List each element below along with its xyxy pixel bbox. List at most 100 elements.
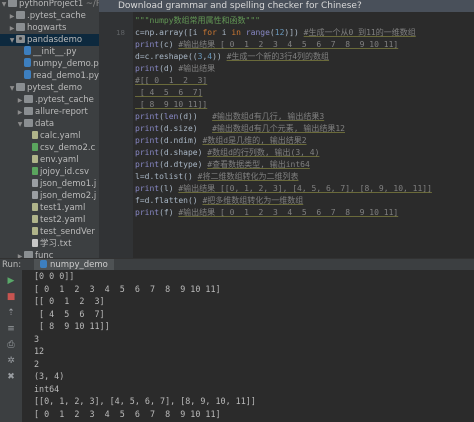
code-token: print	[135, 124, 160, 133]
tree-item[interactable]: read_demo1.py	[0, 70, 99, 82]
code-line[interactable]: print(d) #输出结果	[135, 63, 215, 75]
code-token: #数组d的行列数, 输出(3, 4)	[207, 148, 320, 157]
chevron-right-icon[interactable]: ▶	[16, 251, 24, 258]
code-token: print	[135, 64, 160, 73]
tree-item[interactable]: json_demo2.j	[0, 190, 96, 202]
code-token: (d.ndim)	[159, 136, 203, 145]
tree-item[interactable]: jojoy_id.csv	[0, 166, 89, 178]
file-icon	[32, 179, 38, 187]
tree-item-label: data	[35, 119, 55, 129]
tree-item[interactable]: ▶ func	[0, 250, 53, 258]
yaml-file-icon	[32, 227, 38, 235]
tree-item[interactable]: numpy_demo.py	[0, 58, 99, 70]
tree-item-label: func	[35, 251, 54, 258]
code-line[interactable]: d=c.reshape((3,4)) #生成一个新的3行4列的数组	[135, 51, 329, 63]
code-line[interactable]: [ 8 9 10 11]]	[135, 99, 207, 111]
run-console[interactable]: [0 0 0]] [ 0 1 2 3 4 5 6 7 8 9 10 11] [[ 0…	[22, 270, 474, 422]
run-tab-label: numpy_demo	[50, 260, 108, 270]
code-token: 12	[274, 28, 285, 37]
tree-item[interactable]: ▶ .pytest_cache	[0, 10, 86, 22]
code-line[interactable]: print(d.ndim) #数组d是几维的, 输出结果2	[135, 135, 307, 147]
python-file-icon	[24, 58, 31, 67]
notification-bar[interactable]: Download grammar and spelling checker fo…	[99, 0, 474, 12]
package-icon	[16, 35, 25, 43]
code-line[interactable]: print(d.shape) #数组d的行列数, 输出(3, 4)	[135, 147, 319, 159]
delete-icon[interactable]: ✖	[6, 372, 16, 382]
console-line: int64	[34, 383, 60, 394]
tree-item[interactable]: ▶ allure-report	[0, 106, 88, 118]
run-side-toolbar: ▶ ■ ⇡ ≡ ⎙ ✲ ✖	[0, 270, 22, 422]
tree-item-label: __init__.py	[33, 47, 77, 57]
tree-item[interactable]: ▼pythonProject1 ~/Pyt	[0, 0, 99, 10]
tree-item-label: pythonProject1	[19, 0, 84, 9]
code-token: i	[216, 28, 232, 37]
code-line[interactable]: l=d.tolist() #将二维数组转化为二维列表	[135, 171, 298, 183]
tree-item-label: jojoy_id.csv	[40, 167, 89, 177]
yaml-file-icon	[32, 215, 38, 223]
settings-icon[interactable]: ✲	[6, 356, 16, 366]
tree-item[interactable]: ▼ pandasdemo	[0, 34, 99, 46]
code-token: [ 4 5 6 7]	[135, 88, 203, 97]
tree-item[interactable]: ▼ pytest_demo	[0, 82, 82, 94]
code-token: #查看数据类型, 输出int64	[207, 160, 310, 169]
code-token: #输出结果 [[0, 1, 2, 3], [4, 5, 6, 7], [8, 9…	[178, 184, 432, 193]
tree-item-label: test1.yaml	[40, 203, 86, 213]
yaml-file-icon	[32, 155, 38, 163]
code-line[interactable]: print(l) #输出结果 [[0, 1, 2, 3], [4, 5, 6, …	[135, 183, 432, 195]
code-line[interactable]: print(d.dtype) #查看数据类型, 输出int64	[135, 159, 310, 171]
code-editor[interactable]: """numpy数组常用属性和函数""" c=np.array([i for i …	[133, 12, 474, 258]
code-line[interactable]: print(len(d)) #输出数组d有几行, 输出结果3	[135, 111, 324, 123]
code-token: #把多维数组转化为一维数组	[202, 196, 304, 205]
code-line[interactable]: c=np.array([i for i in range(12)]) #生成一个…	[135, 27, 416, 39]
code-token: #[[ 0 1 2 3]	[135, 76, 208, 85]
code-token: #生成一个从0 到11的一维数组	[303, 28, 416, 37]
code-token: print	[135, 136, 160, 145]
tree-item[interactable]: ▶ .pytest_cache	[0, 94, 94, 106]
code-token: =d.flatten()	[139, 196, 203, 205]
tree-item[interactable]: json_demo1.j	[0, 178, 96, 190]
tree-item-label: calc.yaml	[40, 131, 81, 141]
tree-item[interactable]: test1.yaml	[0, 202, 85, 214]
code-token: print	[135, 208, 160, 217]
tree-item[interactable]: calc.yaml	[0, 130, 81, 142]
code-token: d=c.reshape((	[135, 52, 198, 61]
console-line: (3, 4)	[34, 371, 65, 381]
folder-icon	[24, 251, 33, 258]
tree-item[interactable]: ▶ hogwarts	[0, 22, 66, 34]
tree-item-label: allure-report	[35, 107, 88, 117]
code-line[interactable]: print(c) #输出结果 [ 0 1 2 3 4 5 6 7 8 9 10 …	[135, 39, 398, 51]
code-line[interactable]: print(f) #输出结果 [ 0 1 2 3 4 5 6 7 8 9 10 …	[135, 207, 398, 219]
rerun-icon[interactable]: ▶	[6, 276, 16, 286]
line-number-gutter: 18	[99, 12, 133, 258]
code-token: (d))	[178, 112, 213, 121]
tree-item[interactable]: __init__.py	[0, 46, 77, 58]
tree-item[interactable]: ▼ data	[0, 118, 54, 130]
tree-item[interactable]: csv_demo2.c	[0, 142, 95, 154]
tree-item[interactable]: test_sendVer	[0, 226, 95, 238]
code-token: #数组d是几维的, 输出结果2	[202, 136, 307, 145]
python-file-icon	[24, 46, 31, 55]
tree-item[interactable]: 学习.txt	[0, 238, 71, 250]
code-token: (d)	[159, 64, 179, 73]
code-line[interactable]: print(d.size) #输出数组d有几个元素, 输出结果12	[135, 123, 345, 135]
code-token: (f)	[159, 208, 179, 217]
code-token: ))	[212, 52, 227, 61]
tree-item[interactable]: env.yaml	[0, 154, 79, 166]
stop-icon[interactable]: ■	[6, 292, 16, 302]
folder-icon	[16, 83, 25, 91]
tree-item[interactable]: test2.yaml	[0, 214, 85, 226]
soft-wrap-icon[interactable]: ≡	[6, 324, 16, 334]
tree-item-label: 学习.txt	[40, 239, 72, 249]
code-line[interactable]: #[[ 0 1 2 3]	[135, 75, 207, 87]
code-token: #输出结果 [ 0 1 2 3 4 5 6 7 8 9 10 11]	[178, 208, 399, 217]
tree-item-label: json_demo2.j	[40, 191, 97, 201]
code-line[interactable]: [ 4 5 6 7]	[135, 87, 203, 99]
console-line: [[ 0 1 2 3]	[34, 296, 105, 306]
csv-file-icon	[32, 143, 38, 151]
print-icon[interactable]: ⎙	[6, 340, 16, 350]
code-token: print	[135, 148, 160, 157]
code-line[interactable]: """numpy数组常用属性和函数"""	[135, 15, 260, 27]
pin-icon[interactable]: ⇡	[6, 308, 16, 318]
code-line[interactable]: f=d.flatten() #把多维数组转化为一维数组	[135, 195, 303, 207]
code-token: range	[245, 28, 270, 37]
